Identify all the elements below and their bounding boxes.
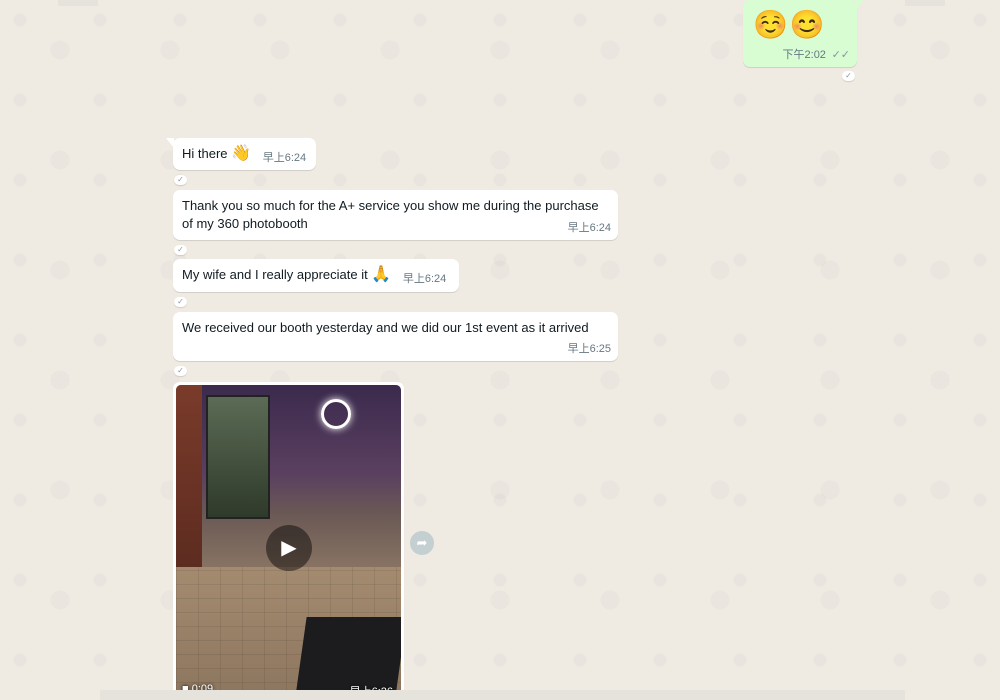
message-time: 早上6:24 [567, 222, 611, 234]
outgoing-message[interactable]: ☺️😊 下午2:02 ✓✓ [743, 0, 864, 67]
message-text: We received our booth yesterday and we d… [182, 320, 589, 335]
chat-panel: ☺️😊 下午2:02 ✓✓ ✓ Hi there 👋 早上6:24 ✓ Than… [0, 0, 1000, 700]
video-message[interactable]: ▶ ■ 0:09 早上6:26 [173, 382, 404, 700]
reaction-check-icon[interactable]: ✓ [174, 245, 187, 255]
video-thumbnail[interactable]: ▶ ■ 0:09 早上6:26 [176, 385, 401, 697]
message-time: 早上6:24 [402, 273, 447, 285]
pray-emoji: 🙏 [371, 266, 392, 283]
thumbnail-door [206, 395, 270, 519]
message-time: 下午2:02 [782, 49, 826, 61]
forward-icon[interactable]: ➦ [410, 531, 434, 555]
ring-light [321, 399, 351, 429]
message-text: Thank you so much for the A+ service you… [182, 198, 599, 231]
play-icon[interactable]: ▶ [266, 525, 312, 571]
top-edge [905, 0, 945, 6]
thumbnail-wall [176, 385, 202, 585]
incoming-message[interactable]: My wife and I really appreciate it 🙏 早上6… [173, 259, 459, 292]
reaction-check-icon[interactable]: ✓ [174, 366, 187, 376]
message-time: 早上6:25 [567, 343, 611, 355]
reaction-check-icon[interactable]: ✓ [842, 71, 855, 81]
incoming-message[interactable]: We received our booth yesterday and we d… [173, 312, 618, 361]
wave-emoji: 👋 [231, 145, 252, 162]
top-edge [58, 0, 98, 6]
message-time: 早上6:24 [262, 152, 307, 164]
message-meta: 下午2:02 ✓✓ [783, 45, 850, 64]
message-text: Hi there [182, 146, 228, 161]
bottom-edge [100, 690, 905, 700]
incoming-message[interactable]: Hi there 👋 早上6:24 [166, 138, 316, 170]
read-receipt-icon: ✓✓ [831, 49, 850, 61]
outgoing-emoji: ☺️😊 [753, 9, 827, 40]
reaction-check-icon[interactable]: ✓ [174, 297, 187, 307]
reaction-check-icon[interactable]: ✓ [174, 175, 187, 185]
message-text: My wife and I really appreciate it [182, 267, 368, 282]
incoming-message[interactable]: Thank you so much for the A+ service you… [173, 190, 618, 240]
